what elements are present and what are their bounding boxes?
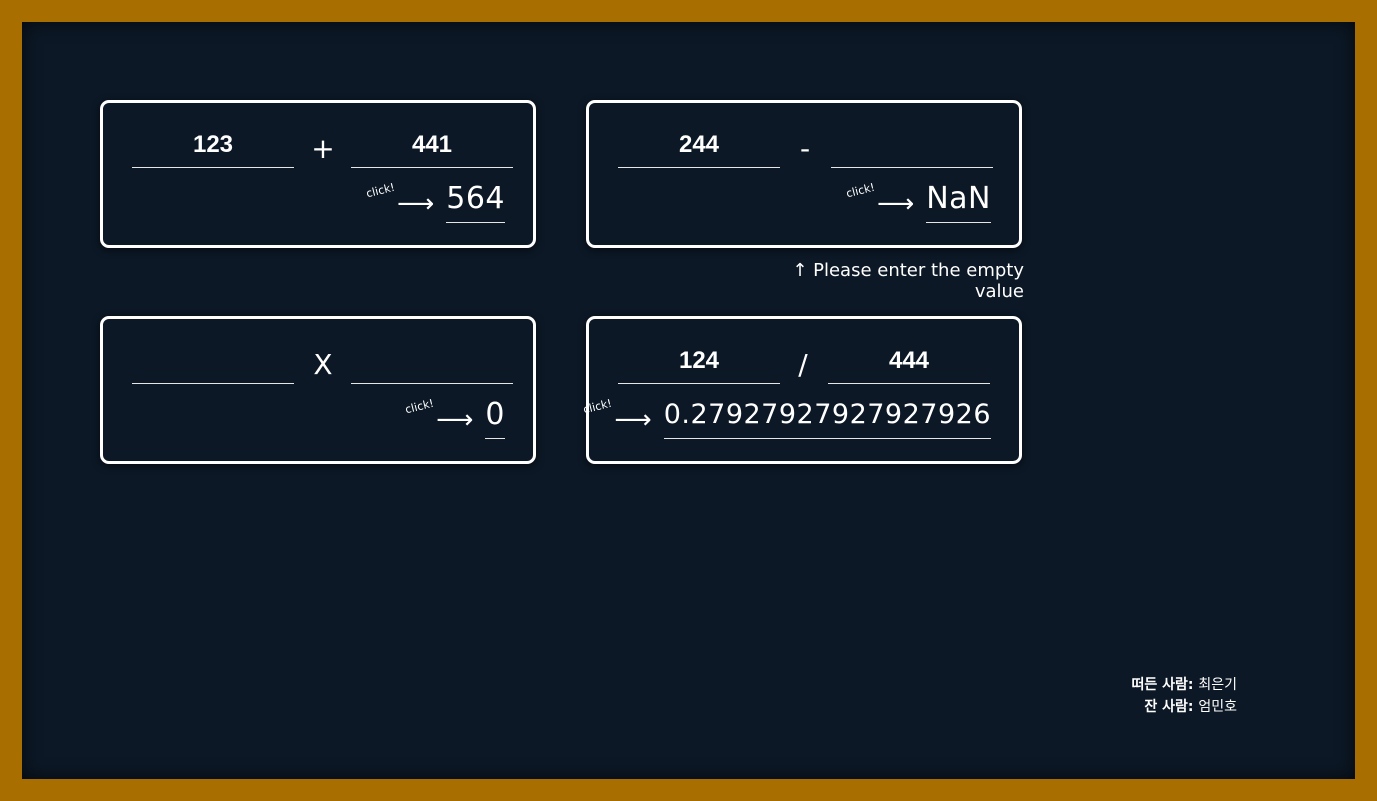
division-right-input[interactable]: 444 <box>828 338 990 384</box>
addition-click-label[interactable]: click! <box>365 181 396 201</box>
multiplication-card: X click! ⟶ 0 <box>100 316 536 464</box>
division-click-label[interactable]: click! <box>582 397 613 417</box>
addition-result: 564 <box>446 180 505 223</box>
multiplication-arrow-icon[interactable]: ⟶ <box>436 401 473 439</box>
times-operator: X <box>313 348 333 381</box>
chalkboard: 123 + 441 click! ⟶ 564 244 - click! ⟶ Na… <box>22 22 1355 779</box>
credits-label-2: 잔 사람: <box>1144 699 1194 715</box>
addition-result-row: click! ⟶ 564 <box>365 175 505 223</box>
subtraction-arrow-icon[interactable]: ⟶ <box>877 185 914 223</box>
multiplication-left-input[interactable] <box>132 338 294 384</box>
credits-name-2: 엄민호 <box>1198 699 1237 715</box>
multiplication-result-row: click! ⟶ 0 <box>404 391 505 439</box>
addition-arrow-icon[interactable]: ⟶ <box>397 185 434 223</box>
empty-value-hint: ↑ Please enter the empty value <box>792 260 1024 302</box>
multiplication-click-label[interactable]: click! <box>404 397 435 417</box>
credits-name-1: 최은기 <box>1198 677 1237 693</box>
addition-left-input[interactable]: 123 <box>132 122 294 168</box>
multiplication-right-input[interactable] <box>351 338 513 384</box>
subtraction-right-input[interactable] <box>831 122 993 168</box>
multiplication-result: 0 <box>485 396 505 439</box>
division-card: 124 / 444 click! ⟶ 0.27927927927927926 <box>582 316 1022 464</box>
divide-operator: / <box>798 348 808 381</box>
credits: 떠든 사람: 최은기 잔 사람: 엄민호 <box>1131 674 1237 718</box>
subtraction-click-label[interactable]: click! <box>845 181 876 201</box>
subtraction-result-row: click! ⟶ NaN <box>845 175 991 223</box>
subtraction-left-input[interactable]: 244 <box>618 122 780 168</box>
credits-label-1: 떠든 사람: <box>1131 677 1194 693</box>
subtraction-result: NaN <box>926 180 991 223</box>
division-left-input[interactable]: 124 <box>618 338 780 384</box>
credits-line-2: 잔 사람: 엄민호 <box>1131 696 1237 718</box>
minus-operator: - <box>799 132 811 165</box>
division-result-row: click! ⟶ 0.27927927927927926 <box>582 391 991 439</box>
subtraction-card: 244 - click! ⟶ NaN <box>586 100 1022 248</box>
addition-card: 123 + 441 click! ⟶ 564 <box>100 100 536 248</box>
division-result: 0.27927927927927926 <box>663 396 991 439</box>
plus-operator: + <box>311 132 335 165</box>
credits-line-1: 떠든 사람: 최은기 <box>1131 674 1237 696</box>
division-arrow-icon[interactable]: ⟶ <box>614 401 651 439</box>
addition-right-input[interactable]: 441 <box>351 122 513 168</box>
